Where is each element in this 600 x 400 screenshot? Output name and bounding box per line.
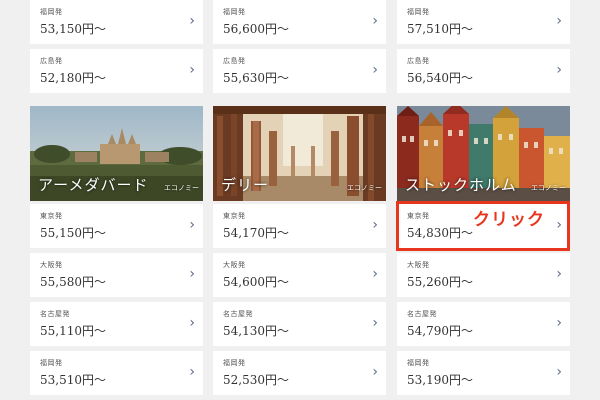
fare-card-nagoya[interactable]: 名古屋発 54,130円〜 › <box>213 302 386 346</box>
fare-price: 52,530円〜 <box>223 373 289 387</box>
cabin-class-label: エコノミー <box>531 184 566 192</box>
fare-price: 53,190円〜 <box>407 373 473 387</box>
click-annotation-label: クリック <box>473 210 545 230</box>
fare-price: 53,150円〜 <box>40 22 106 36</box>
chevron-right-icon: › <box>372 364 378 380</box>
chevron-right-icon: › <box>556 62 562 78</box>
fare-price: 52,180円〜 <box>40 71 106 85</box>
departure-label: 広島発 <box>407 57 430 65</box>
departure-label: 東京発 <box>40 212 63 220</box>
destination-header-stockholm[interactable]: ストックホルム エコノミー <box>397 106 570 201</box>
departure-label: 福岡発 <box>223 359 246 367</box>
chevron-right-icon: › <box>556 13 562 29</box>
fare-card-nagoya[interactable]: 名古屋発 55,110円〜 › <box>30 302 203 346</box>
departure-label: 名古屋発 <box>407 310 437 318</box>
departure-label: 東京発 <box>407 212 430 220</box>
fare-price: 54,830円〜 <box>407 226 473 240</box>
fare-price: 54,600円〜 <box>223 275 289 289</box>
chevron-right-icon: › <box>189 315 195 331</box>
departure-label: 大阪発 <box>40 261 63 269</box>
fare-price: 56,600円〜 <box>223 22 289 36</box>
chevron-right-icon: › <box>372 315 378 331</box>
departure-label: 福岡発 <box>407 359 430 367</box>
destination-header-delhi[interactable]: デリー エコノミー <box>213 106 386 201</box>
fare-card-hiroshima[interactable]: 広島発 56,540円〜 › <box>397 49 570 93</box>
fare-card-osaka[interactable]: 大阪発 55,260円〜 › <box>397 253 570 297</box>
chevron-right-icon: › <box>372 217 378 233</box>
fare-card-tokyo[interactable]: 東京発 54,170円〜 › <box>213 204 386 248</box>
fare-price: 55,580円〜 <box>40 275 106 289</box>
fare-price: 57,510円〜 <box>407 22 473 36</box>
destination-name: ストックホルム <box>405 176 517 194</box>
departure-label: 大阪発 <box>407 261 430 269</box>
chevron-right-icon: › <box>372 13 378 29</box>
fare-card-nagoya[interactable]: 名古屋発 54,790円〜 › <box>397 302 570 346</box>
fare-card-fukuoka[interactable]: 福岡発 56,600円〜 › <box>213 0 386 44</box>
chevron-right-icon: › <box>372 62 378 78</box>
chevron-right-icon: › <box>189 13 195 29</box>
fare-card-osaka[interactable]: 大阪発 55,580円〜 › <box>30 253 203 297</box>
fare-price: 55,260円〜 <box>407 275 473 289</box>
departure-label: 広島発 <box>223 57 246 65</box>
fare-price: 56,540円〜 <box>407 71 473 85</box>
fare-card-hiroshima[interactable]: 広島発 55,630円〜 › <box>213 49 386 93</box>
fare-price: 54,130円〜 <box>223 324 289 338</box>
chevron-right-icon: › <box>556 266 562 282</box>
departure-label: 大阪発 <box>223 261 246 269</box>
fare-card-fukuoka[interactable]: 福岡発 52,530円〜 › <box>213 351 386 395</box>
fare-card-tokyo[interactable]: 東京発 55,150円〜 › <box>30 204 203 248</box>
chevron-right-icon: › <box>189 266 195 282</box>
destination-name: アーメダバード <box>38 176 149 194</box>
departure-label: 福岡発 <box>40 8 63 16</box>
chevron-right-icon: › <box>372 266 378 282</box>
cabin-class-label: エコノミー <box>164 184 199 192</box>
chevron-right-icon: › <box>189 364 195 380</box>
destination-name: デリー <box>221 176 270 194</box>
chevron-right-icon: › <box>189 62 195 78</box>
departure-label: 東京発 <box>223 212 246 220</box>
fare-card-hiroshima[interactable]: 広島発 52,180円〜 › <box>30 49 203 93</box>
fare-card-fukuoka[interactable]: 福岡発 53,190円〜 › <box>397 351 570 395</box>
cabin-class-label: エコノミー <box>347 184 382 192</box>
fare-card-fukuoka[interactable]: 福岡発 53,510円〜 › <box>30 351 203 395</box>
fare-card-fukuoka[interactable]: 福岡発 53,150円〜 › <box>30 0 203 44</box>
departure-label: 名古屋発 <box>223 310 253 318</box>
departure-label: 福岡発 <box>40 359 63 367</box>
fare-price: 55,110円〜 <box>40 324 106 338</box>
fare-price: 54,170円〜 <box>223 226 289 240</box>
departure-label: 福岡発 <box>407 8 430 16</box>
destination-header-ahmedabad[interactable]: アーメダバード エコノミー <box>30 106 203 201</box>
fare-price: 55,630円〜 <box>223 71 289 85</box>
departure-label: 名古屋発 <box>40 310 70 318</box>
chevron-right-icon: › <box>556 364 562 380</box>
fare-price: 53,510円〜 <box>40 373 106 387</box>
chevron-right-icon: › <box>556 217 562 233</box>
departure-label: 広島発 <box>40 57 63 65</box>
chevron-right-icon: › <box>189 217 195 233</box>
chevron-right-icon: › <box>556 315 562 331</box>
fare-card-osaka[interactable]: 大阪発 54,600円〜 › <box>213 253 386 297</box>
fare-card-fukuoka[interactable]: 福岡発 57,510円〜 › <box>397 0 570 44</box>
fare-price: 55,150円〜 <box>40 226 106 240</box>
departure-label: 福岡発 <box>223 8 246 16</box>
fare-price: 54,790円〜 <box>407 324 473 338</box>
